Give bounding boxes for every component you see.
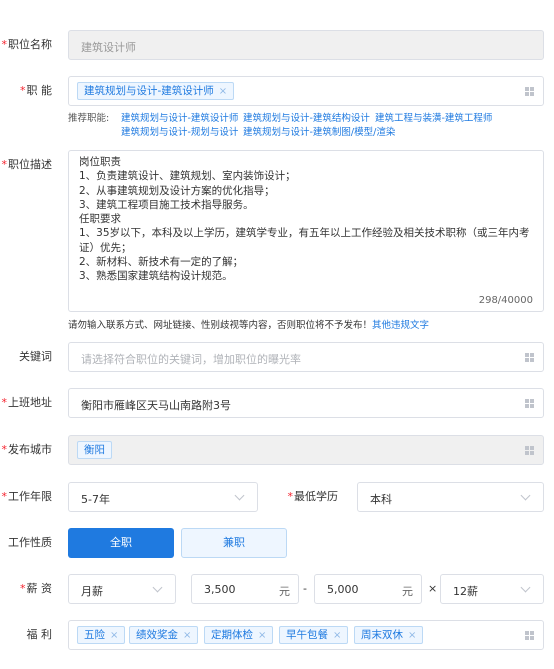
welfare-tag-label: 周末双休 <box>361 629 403 641</box>
recommend-link-2[interactable]: 建筑规划与设计-建筑结构设计 <box>243 110 370 124</box>
job-desc-label: *职位描述 <box>1 158 53 171</box>
welfare-tag-label: 早午包餐 <box>286 629 328 641</box>
salary-min-unit: 元 <box>279 585 290 598</box>
welfare-tag[interactable]: 绩效奖金 × <box>129 626 199 644</box>
recommend-link-4[interactable]: 建筑规划与设计-规划与设计 <box>121 124 238 138</box>
grid-icon[interactable] <box>525 87 534 96</box>
welfare-tag[interactable]: 定期体检 × <box>204 626 274 644</box>
recommend-link-5[interactable]: 建筑规划与设计-建筑制图/模型/渲染 <box>243 124 395 138</box>
job-type-label: 工作性质 <box>8 536 52 549</box>
fulltime-button[interactable]: 全职 <box>68 528 174 558</box>
salary-max-unit: 元 <box>402 585 413 598</box>
close-icon[interactable]: × <box>333 630 341 641</box>
salary-times: × <box>428 582 438 595</box>
education-label: *最低学历 <box>287 490 339 503</box>
recommend-link-3[interactable]: 建筑工程与装潢-建筑工程师 <box>375 110 492 124</box>
close-icon[interactable]: × <box>219 86 227 97</box>
salary-min-value: 3,500 <box>204 583 236 596</box>
salary-min-input[interactable]: 3,500 元 <box>191 574 299 604</box>
job-function-tag[interactable]: 建筑规划与设计-建筑设计师 × <box>77 82 235 100</box>
salary-max-value: 5,000 <box>327 583 359 596</box>
job-name-field[interactable]: 建筑设计师 <box>68 30 544 60</box>
experience-select[interactable]: 5-7年 <box>68 482 258 512</box>
welfare-tag[interactable]: 周末双休 × <box>354 626 424 644</box>
education-select[interactable]: 本科 <box>357 482 544 512</box>
job-name-value: 建筑设计师 <box>81 41 136 54</box>
city-tag: 衡阳 <box>77 441 112 459</box>
salary-months-value: 12薪 <box>453 585 478 598</box>
address-label: *上班地址 <box>1 396 53 409</box>
close-icon[interactable]: × <box>408 630 416 641</box>
salary-type-select[interactable]: 月薪 <box>68 574 176 604</box>
chevron-down-icon <box>152 582 163 593</box>
job-desc-textarea[interactable]: 岗位职责 1、负责建筑设计、建筑规划、室内装饰设计； 2、从事建筑规划及设计方案… <box>68 150 544 312</box>
close-icon[interactable]: × <box>258 630 266 641</box>
city-field[interactable]: 衡阳 <box>68 435 544 465</box>
close-icon[interactable]: × <box>183 630 191 641</box>
recommend-link-1[interactable]: 建筑规划与设计-建筑设计师 <box>121 110 238 124</box>
address-field[interactable]: 衡阳市雁峰区天马山南路附3号 <box>68 388 544 418</box>
char-counter: 298/40000 <box>478 295 533 306</box>
grid-icon[interactable] <box>525 399 534 408</box>
city-label: *发布城市 <box>1 443 53 456</box>
welfare-tag-label: 五险 <box>84 629 105 641</box>
keywords-placeholder: 请选择符合职位的关键词，增加职位的曝光率 <box>81 353 301 366</box>
desc-notice: 请勿输入联系方式、网址链接、性别歧视等内容，否则职位将不予发布！其他违规文字 <box>68 320 430 331</box>
grid-icon[interactable] <box>525 631 534 640</box>
chevron-down-icon <box>520 490 531 501</box>
job-function-tag-label: 建筑规划与设计-建筑设计师 <box>84 85 214 97</box>
salary-label: *薪 资 <box>20 582 52 595</box>
salary-months-select[interactable]: 12薪 <box>440 574 544 604</box>
salary-max-input[interactable]: 5,000 元 <box>314 574 422 604</box>
violation-link[interactable]: 其他违规文字 <box>372 320 429 331</box>
experience-label: *工作年限 <box>1 490 53 503</box>
grid-icon[interactable] <box>525 353 534 362</box>
keywords-label: 关键词 <box>19 350 52 363</box>
recommend-label: 推荐职能: <box>68 113 110 124</box>
job-desc-text: 岗位职责 1、负责建筑设计、建筑规划、室内装饰设计； 2、从事建筑规划及设计方案… <box>79 156 530 283</box>
fulltime-label: 全职 <box>110 536 132 549</box>
parttime-button[interactable]: 兼职 <box>181 528 287 558</box>
chevron-down-icon <box>520 582 531 593</box>
close-icon[interactable]: × <box>110 630 118 641</box>
job-function-select[interactable]: 建筑规划与设计-建筑设计师 × <box>68 76 544 106</box>
job-name-label: *职位名称 <box>1 38 53 51</box>
grid-icon[interactable] <box>525 446 534 455</box>
welfare-tag-label: 定期体检 <box>211 629 253 641</box>
welfare-field[interactable]: 五险 × 绩效奖金 × 定期体检 × 早午包餐 × 周末双休 × <box>68 620 544 650</box>
job-function-label: *职 能 <box>20 84 52 97</box>
welfare-tag[interactable]: 五险 × <box>77 626 126 644</box>
salary-type-value: 月薪 <box>81 585 103 598</box>
chevron-down-icon <box>234 490 245 501</box>
address-value: 衡阳市雁峰区天马山南路附3号 <box>81 399 231 412</box>
parttime-label: 兼职 <box>223 536 245 549</box>
welfare-tag[interactable]: 早午包餐 × <box>279 626 349 644</box>
salary-dash: - <box>303 582 307 595</box>
keywords-field[interactable]: 请选择符合职位的关键词，增加职位的曝光率 <box>68 342 544 372</box>
welfare-tag-label: 绩效奖金 <box>136 629 178 641</box>
welfare-label: 福 利 <box>26 628 53 641</box>
education-value: 本科 <box>370 493 392 506</box>
experience-value: 5-7年 <box>81 493 110 506</box>
